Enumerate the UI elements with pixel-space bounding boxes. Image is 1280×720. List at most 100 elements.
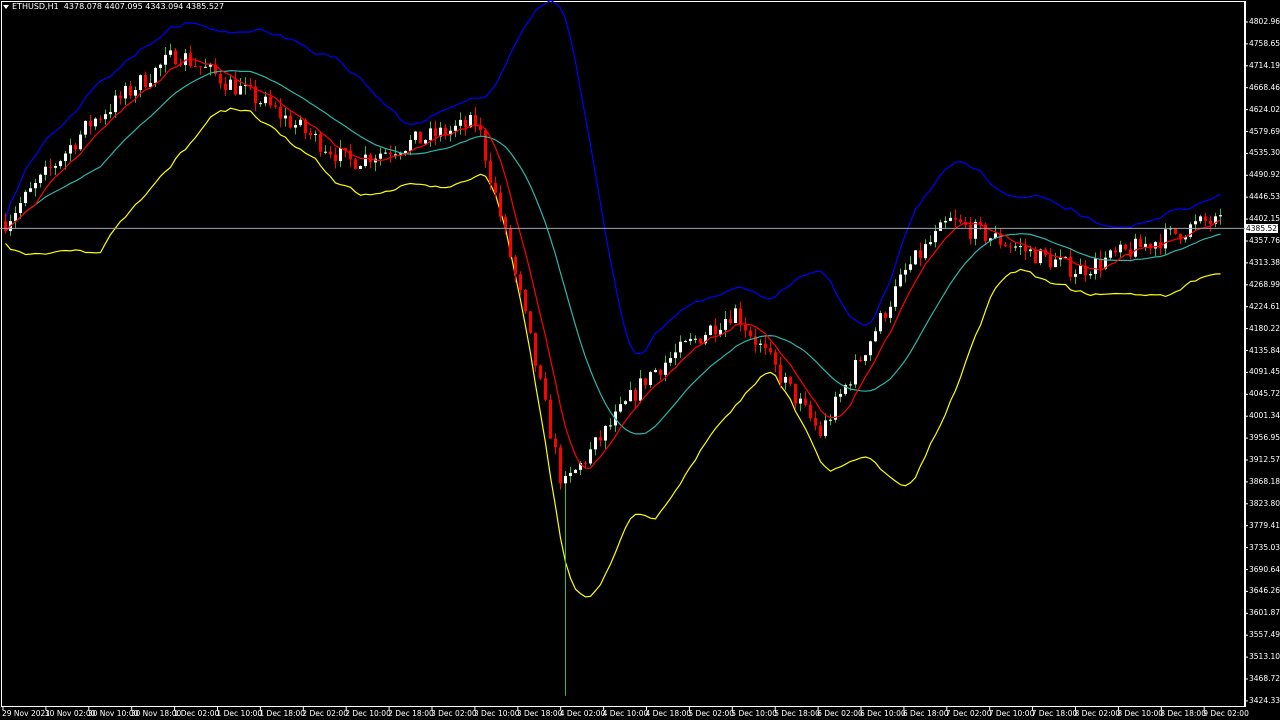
bull-candle bbox=[364, 154, 367, 166]
bull-candle bbox=[39, 174, 42, 183]
bear-candle bbox=[559, 447, 562, 484]
bear-candle bbox=[699, 338, 702, 344]
time-tick-label: 1 Dec 18:00 bbox=[259, 709, 306, 718]
price-tick-label: 4313.380 bbox=[1249, 257, 1280, 267]
bull-candle bbox=[734, 308, 737, 324]
bull-candle bbox=[1039, 249, 1042, 264]
bear-candle bbox=[549, 399, 552, 439]
bull-candle bbox=[294, 125, 297, 128]
bull-candle bbox=[829, 419, 832, 421]
bull-candle bbox=[894, 286, 897, 307]
bull-candle bbox=[909, 264, 912, 270]
bull-candle bbox=[799, 398, 802, 404]
bear-candle bbox=[779, 364, 782, 383]
price-tick-label: 4802.960 bbox=[1249, 17, 1280, 26]
bull-candle bbox=[609, 425, 612, 427]
price-tick-label: 4668.460 bbox=[1249, 82, 1280, 92]
bear-candle bbox=[464, 119, 467, 128]
bull-candle bbox=[784, 376, 787, 383]
time-tick-label: 3 Dec 02:00 bbox=[431, 709, 477, 718]
bear-candle bbox=[739, 308, 742, 325]
bull-candle bbox=[169, 50, 172, 55]
bull-candle bbox=[864, 355, 867, 361]
bear-candle bbox=[1114, 250, 1117, 253]
time-tick-label: 6 Dec 18:00 bbox=[902, 709, 949, 718]
bear-candle bbox=[354, 159, 357, 169]
time-tick-label: 3 Dec 18:00 bbox=[516, 709, 563, 718]
bull-candle bbox=[649, 372, 652, 386]
bear-candle bbox=[1004, 244, 1007, 247]
bull-candle bbox=[1029, 249, 1032, 252]
bear-candle bbox=[74, 145, 77, 150]
bull-candle bbox=[869, 341, 872, 356]
bear-candle bbox=[519, 274, 522, 290]
bear-candle bbox=[1049, 254, 1052, 268]
bear-candle bbox=[969, 224, 972, 239]
bear-candle bbox=[194, 66, 197, 68]
bear-candle bbox=[49, 166, 52, 168]
bear-candle bbox=[1024, 246, 1027, 252]
bull-candle bbox=[94, 118, 97, 127]
time-tick-label: 3 Dec 10:00 bbox=[473, 709, 520, 718]
bear-candle bbox=[584, 462, 587, 464]
bull-candle bbox=[159, 64, 162, 68]
bull-candle bbox=[629, 390, 632, 402]
price-tick-label: 4357.765 bbox=[1249, 236, 1280, 245]
time-tick-label: 5 Dec 18:00 bbox=[774, 709, 820, 718]
bull-candle bbox=[1199, 216, 1202, 222]
price-tick-label: 4045.725 bbox=[1249, 389, 1280, 399]
bull-candle bbox=[1109, 250, 1112, 258]
bull-candle bbox=[854, 359, 857, 385]
bull-candle bbox=[44, 166, 47, 175]
bear-candle bbox=[489, 160, 492, 183]
price-tick-label: 4135.840 bbox=[1249, 345, 1280, 355]
price-tick-label: 4001.340 bbox=[1249, 411, 1280, 421]
bull-candle bbox=[124, 86, 127, 99]
bull-candle bbox=[1144, 243, 1147, 248]
time-tick-label: 8 Dec 10:00 bbox=[1117, 709, 1164, 718]
bull-candle bbox=[949, 217, 952, 221]
bull-candle bbox=[29, 188, 32, 192]
bull-candle bbox=[459, 119, 462, 126]
bull-candle bbox=[569, 472, 572, 477]
dropdown-arrow-icon[interactable] bbox=[3, 4, 9, 9]
price-tick-label: 4268.995 bbox=[1249, 279, 1280, 289]
bull-candle bbox=[1089, 273, 1092, 276]
bull-candle bbox=[64, 153, 67, 162]
bull-candle bbox=[379, 153, 382, 159]
bear-candle bbox=[224, 83, 227, 90]
chart-header: ETHUSD,H1 4378.078 4407.095 4343.094 438… bbox=[3, 2, 224, 11]
price-tick-label: 4490.920 bbox=[1249, 170, 1280, 180]
bear-candle bbox=[539, 365, 542, 379]
price-tick-label: 4180.225 bbox=[1249, 323, 1280, 333]
price-tick-label: 3690.645 bbox=[1249, 564, 1280, 574]
bear-candle bbox=[199, 66, 202, 68]
time-tick-label: 8 Dec 18:00 bbox=[1160, 709, 1206, 718]
bull-candle bbox=[904, 269, 907, 275]
price-tick-label: 3468.720 bbox=[1249, 674, 1280, 683]
bull-candle bbox=[414, 131, 417, 140]
bull-candle bbox=[1154, 242, 1157, 249]
bear-candle bbox=[744, 324, 747, 331]
bull-candle bbox=[639, 378, 642, 401]
bull-candle bbox=[34, 182, 37, 189]
time-tick-label: 5 Dec 10:00 bbox=[731, 709, 777, 718]
bear-candle bbox=[144, 75, 147, 87]
axis-ticks bbox=[2, 21, 1248, 710]
price-tick-label: 3868.185 bbox=[1249, 476, 1280, 486]
bear-candle bbox=[819, 425, 822, 436]
chart-window[interactable]: ETHUSD,H1 4378.078 4407.095 4343.094 438… bbox=[0, 0, 1280, 720]
bull-candle bbox=[924, 244, 927, 259]
bull-candle bbox=[139, 75, 142, 91]
bear-candle bbox=[494, 182, 497, 193]
bear-candle bbox=[534, 332, 537, 366]
bear-candle bbox=[514, 257, 517, 275]
time-tick-label: 2 Dec 10:00 bbox=[345, 709, 391, 718]
price-tick-label: 4535.305 bbox=[1249, 148, 1280, 158]
bear-candle bbox=[524, 289, 527, 312]
price-tick-label: 3912.570 bbox=[1249, 455, 1280, 464]
candles bbox=[4, 43, 1222, 696]
price-chart[interactable] bbox=[0, 0, 1280, 720]
bear-candle bbox=[634, 390, 637, 401]
bull-candle bbox=[944, 220, 947, 223]
